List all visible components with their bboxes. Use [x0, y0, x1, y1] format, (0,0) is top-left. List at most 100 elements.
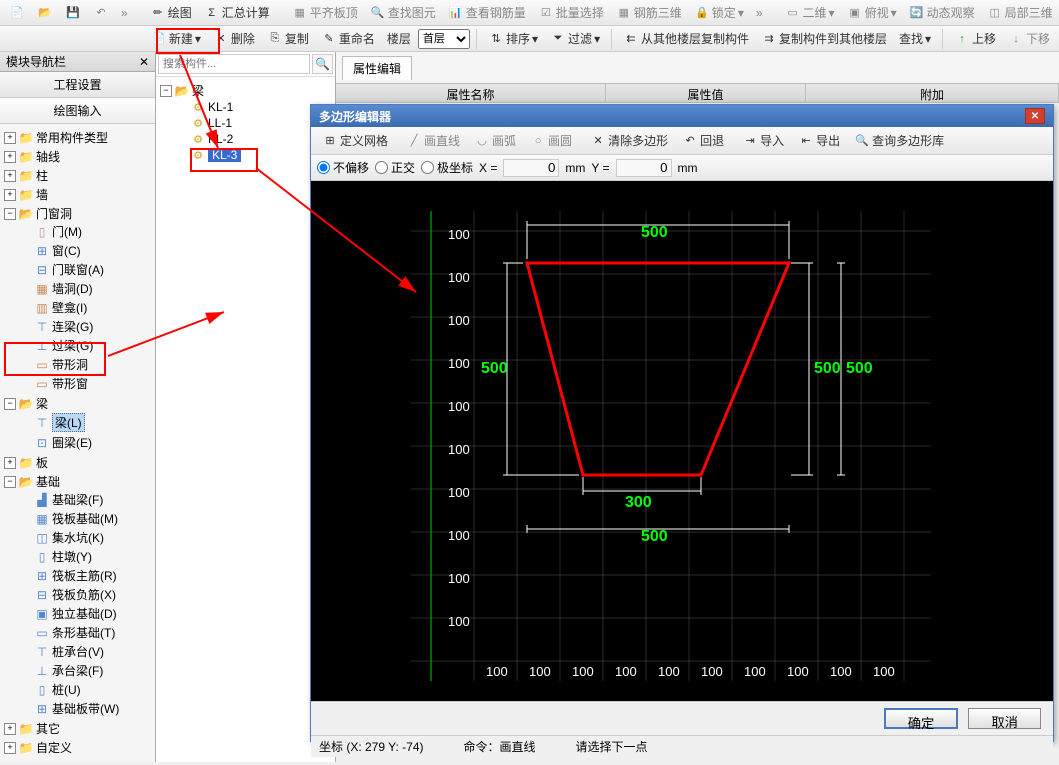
search-input[interactable] — [158, 54, 310, 74]
tree-raft-fnd[interactable]: 筏板基础(M) — [52, 510, 118, 527]
radio-no-offset[interactable]: 不偏移 — [317, 159, 369, 176]
prop-col-name: 属性名称 — [336, 84, 606, 102]
undo-button[interactable]: ↶回退 — [677, 129, 729, 152]
tree-band-win[interactable]: 带形窗 — [52, 375, 88, 392]
beam-kl1[interactable]: KL-1 — [208, 100, 233, 114]
copy-from-other-button[interactable]: ⇇从其他楼层复制构件 — [618, 27, 754, 50]
tree-wall-hole[interactable]: 墙洞(D) — [52, 280, 93, 297]
2d-button[interactable]: ▭二维 ▾ — [780, 1, 840, 24]
lock-button[interactable]: 🔒锁定 ▾ — [689, 1, 749, 24]
tree-iso-fnd[interactable]: 独立基础(D) — [52, 605, 117, 622]
tree-pile[interactable]: 桩(U) — [52, 681, 81, 698]
copy-to-other-button[interactable]: ⇉复制构件到其他楼层 — [756, 27, 892, 50]
move-up-button[interactable]: ↑上移 — [949, 27, 1001, 50]
tree-pier[interactable]: 柱墩(Y) — [52, 548, 92, 565]
draw-circle-button[interactable]: ○画圆 — [525, 129, 577, 152]
tab-draw-input[interactable]: 绘图输入 — [0, 98, 155, 124]
perspective-button[interactable]: ▣俯视 ▾ — [842, 1, 902, 24]
radio-ortho[interactable]: 正交 — [375, 159, 415, 176]
tree-wall-niche[interactable]: 壁龛(I) — [52, 299, 87, 316]
component-tree[interactable]: +📁常用构件类型 +📁轴线 +📁柱 +📁墙 −📂门窗洞 ▯门(M) ⊞窗(C) … — [0, 124, 155, 764]
find-elem-button[interactable]: 🔍查找图元 — [365, 1, 441, 24]
cancel-button[interactable]: 取消 — [968, 708, 1041, 729]
local-3d-button[interactable]: ◫局部三维 — [982, 1, 1058, 24]
close-icon[interactable]: ✕ — [1025, 108, 1045, 124]
ok-button[interactable]: 确定 — [884, 708, 959, 729]
tree-foundation[interactable]: 基础 — [36, 473, 60, 490]
clear-poly-button[interactable]: ✕清除多边形 — [585, 129, 673, 152]
dynamic-view-button[interactable]: 🔄动态观察 — [904, 1, 980, 24]
polygon-canvas[interactable]: 100100100100100100100100100100 100100100… — [311, 181, 1053, 701]
tree-door[interactable]: 门(M) — [52, 223, 82, 240]
tab-project-settings[interactable]: 工程设置 — [0, 72, 155, 98]
export-button[interactable]: ⇤导出 — [793, 129, 845, 152]
import-button[interactable]: ⇥导入 — [737, 129, 789, 152]
tree-custom[interactable]: 自定义 — [36, 739, 72, 756]
tree-ring-beam[interactable]: 圈梁(E) — [52, 434, 92, 451]
sort-button[interactable]: ⇅排序 ▾ — [483, 27, 543, 50]
new-button[interactable]: 📄新建 ▾ — [146, 27, 206, 50]
nav-header: 模块导航栏✕ — [0, 52, 155, 72]
beam-group[interactable]: 梁 — [192, 82, 204, 99]
tree-fnd-strip[interactable]: 基础板带(W) — [52, 700, 119, 717]
tree-beam[interactable]: 梁 — [36, 395, 48, 412]
svg-text:100: 100 — [448, 227, 470, 242]
tree-column[interactable]: 柱 — [36, 167, 48, 184]
new-file-icon[interactable]: 📄 — [4, 2, 30, 24]
tree-slab[interactable]: 板 — [36, 454, 48, 471]
tree-axis[interactable]: 轴线 — [36, 148, 60, 165]
tree-band-hole[interactable]: 带形洞 — [52, 356, 88, 373]
tree-cap-beam[interactable]: 承台梁(F) — [52, 662, 103, 679]
find-button[interactable]: 查找 ▾ — [894, 27, 936, 50]
rebar-3d-button[interactable]: ▦钢筋三维 — [611, 1, 687, 24]
floor-select[interactable]: 首层 — [418, 29, 470, 49]
save-icon[interactable]: 💾 — [60, 2, 86, 24]
tree-window[interactable]: 窗(C) — [52, 242, 81, 259]
more2-icon[interactable]: » — [751, 3, 768, 23]
tree-raft-neg[interactable]: 筏板负筋(X) — [52, 586, 116, 603]
tree-common[interactable]: 常用构件类型 — [36, 129, 108, 146]
tree-opening[interactable]: 门窗洞 — [36, 205, 72, 222]
search-button[interactable]: 🔍 — [312, 54, 333, 74]
tree-raft-main[interactable]: 筏板主筋(R) — [52, 567, 117, 584]
tree-strip-fnd[interactable]: 条形基础(T) — [52, 624, 115, 641]
tree-sump[interactable]: 集水坑(K) — [52, 529, 104, 546]
define-grid-button[interactable]: ⊞定义网格 — [317, 129, 393, 152]
open-icon[interactable]: 📂 — [32, 2, 58, 24]
more-icon[interactable]: » — [116, 3, 133, 23]
query-lib-button[interactable]: 🔍查询多边形库 — [849, 129, 949, 152]
flat-roof-button[interactable]: ▦平齐板顶 — [287, 1, 363, 24]
prop-col-value: 属性值 — [606, 84, 806, 102]
draw-arc-button[interactable]: ◡画弧 — [469, 129, 521, 152]
radio-polar[interactable]: 极坐标 — [421, 159, 473, 176]
svg-text:100: 100 — [448, 356, 470, 371]
tree-beam-l[interactable]: 梁(L) — [52, 413, 85, 432]
beam-kl2[interactable]: KL-2 — [208, 132, 233, 146]
x-input[interactable] — [503, 159, 559, 177]
tree-pile-cap[interactable]: 桩承台(V) — [52, 643, 104, 660]
property-tab[interactable]: 属性编辑 — [342, 56, 412, 80]
dialog-titlebar[interactable]: 多边形编辑器 ✕ — [311, 105, 1053, 127]
copy-button[interactable]: ⎘复制 — [262, 27, 314, 50]
move-down-button[interactable]: ↓下移 — [1003, 27, 1055, 50]
beam-ll1[interactable]: LL-1 — [208, 116, 232, 130]
delete-button[interactable]: ✕删除 — [208, 27, 260, 50]
y-input[interactable] — [616, 159, 672, 177]
view-rebar-button[interactable]: 📊查看钢筋量 — [443, 1, 531, 24]
draw-line-button[interactable]: ╱画直线 — [401, 129, 465, 152]
nav-panel: 模块导航栏✕ 工程设置 绘图输入 +📁常用构件类型 +📁轴线 +📁柱 +📁墙 −… — [0, 52, 156, 762]
draw-button[interactable]: ✏绘图 — [145, 1, 197, 24]
filter-button[interactable]: ⏷过滤 ▾ — [545, 27, 605, 50]
property-panel: 属性编辑 属性名称 属性值 附加 — [336, 52, 1059, 112]
batch-select-button[interactable]: ☑批量选择 — [533, 1, 609, 24]
tree-fnd-beam[interactable]: 基础梁(F) — [52, 491, 103, 508]
tree-lintel[interactable]: 连梁(G) — [52, 318, 93, 335]
tree-wall[interactable]: 墙 — [36, 186, 48, 203]
tree-other[interactable]: 其它 — [36, 720, 60, 737]
summary-button[interactable]: Σ汇总计算 — [199, 1, 275, 24]
tree-over-beam[interactable]: 过梁(G) — [52, 337, 93, 354]
undo-icon[interactable]: ↶ — [88, 2, 114, 24]
rename-button[interactable]: ✎重命名 — [316, 27, 380, 50]
tree-door-window[interactable]: 门联窗(A) — [52, 261, 104, 278]
beam-kl3[interactable]: KL-3 — [208, 148, 241, 162]
